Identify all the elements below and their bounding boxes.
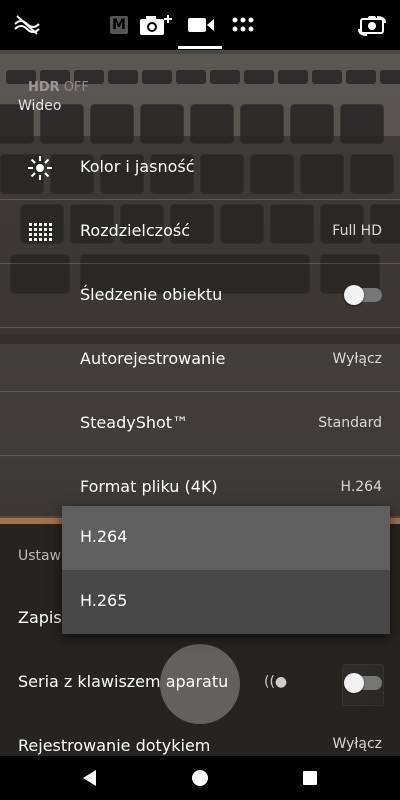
setting-label: Zapis (18, 608, 62, 627)
setting-label: Śledzenie obiektu (80, 285, 223, 304)
setting-label: Rejestrowanie dotykiem (18, 736, 211, 755)
dropdown-option-h265[interactable]: H.265 (62, 570, 390, 634)
toggle-knob (344, 673, 364, 693)
setting-label: Autorejestrowanie (80, 349, 226, 368)
back-icon[interactable] (76, 764, 104, 792)
burst-key-toggle[interactable] (344, 673, 382, 693)
dropdown-option-label: H.264 (80, 527, 128, 546)
setting-value: Full HD (332, 223, 382, 239)
setting-label: Kolor i jasność (80, 157, 195, 176)
setting-auto-record[interactable]: Autorejestrowanie Wyłącz (0, 328, 400, 392)
mode-label: Wideo (18, 98, 62, 114)
hdr-state: OFF (63, 80, 89, 95)
brightness-icon (26, 154, 54, 182)
toggle-knob (344, 285, 364, 305)
apps-grid-icon[interactable] (230, 12, 256, 38)
resolution-grid-icon (26, 218, 54, 246)
camera-screen: M HDR OFF Wideo Kolor i jasność Rozdziel… (0, 0, 400, 800)
setting-label: SteadyShot™ (80, 413, 189, 432)
setting-value: Standard (318, 415, 382, 431)
section-header: Ustaw (18, 548, 62, 564)
dropdown-option-label: H.265 (80, 591, 128, 610)
setting-value: H.264 (340, 479, 382, 495)
hdr-label: HDR (28, 80, 60, 95)
system-nav-bar (0, 756, 400, 800)
dropdown-option-h264[interactable]: H.264 (62, 506, 390, 570)
active-mode-indicator (178, 46, 222, 49)
flash-off-icon[interactable] (12, 12, 42, 38)
switch-camera-icon[interactable] (356, 12, 388, 38)
setting-label: Rozdzielczość (80, 221, 190, 240)
manual-mode-label: M (110, 16, 128, 34)
manual-mode-icon[interactable]: M (108, 12, 130, 38)
camera-mode-bar: M (0, 0, 400, 50)
setting-value: Wyłącz (332, 351, 383, 367)
record-indicator-icon: ((● (264, 674, 288, 690)
recents-icon[interactable] (296, 764, 324, 792)
setting-label: Format pliku (4K) (80, 477, 218, 496)
setting-resolution[interactable]: Rozdzielczość Full HD (0, 200, 400, 264)
hdr-indicator: HDR OFF (28, 80, 89, 95)
video-icon[interactable] (186, 12, 216, 38)
shutter-button[interactable] (160, 644, 240, 724)
home-icon[interactable] (186, 764, 214, 792)
object-tracking-toggle[interactable] (344, 285, 382, 305)
settings-panel: Kolor i jasność Rozdzielczość Full HD Śl… (0, 136, 400, 518)
file-format-dropdown: H.264 H.265 (62, 506, 390, 634)
setting-value: Wyłącz (332, 736, 383, 752)
setting-color-brightness[interactable]: Kolor i jasność (0, 136, 400, 200)
setting-object-tracking[interactable]: Śledzenie obiektu (0, 264, 400, 328)
photo-plus-icon[interactable] (138, 12, 174, 38)
setting-steadyshot[interactable]: SteadyShot™ Standard (0, 392, 400, 456)
